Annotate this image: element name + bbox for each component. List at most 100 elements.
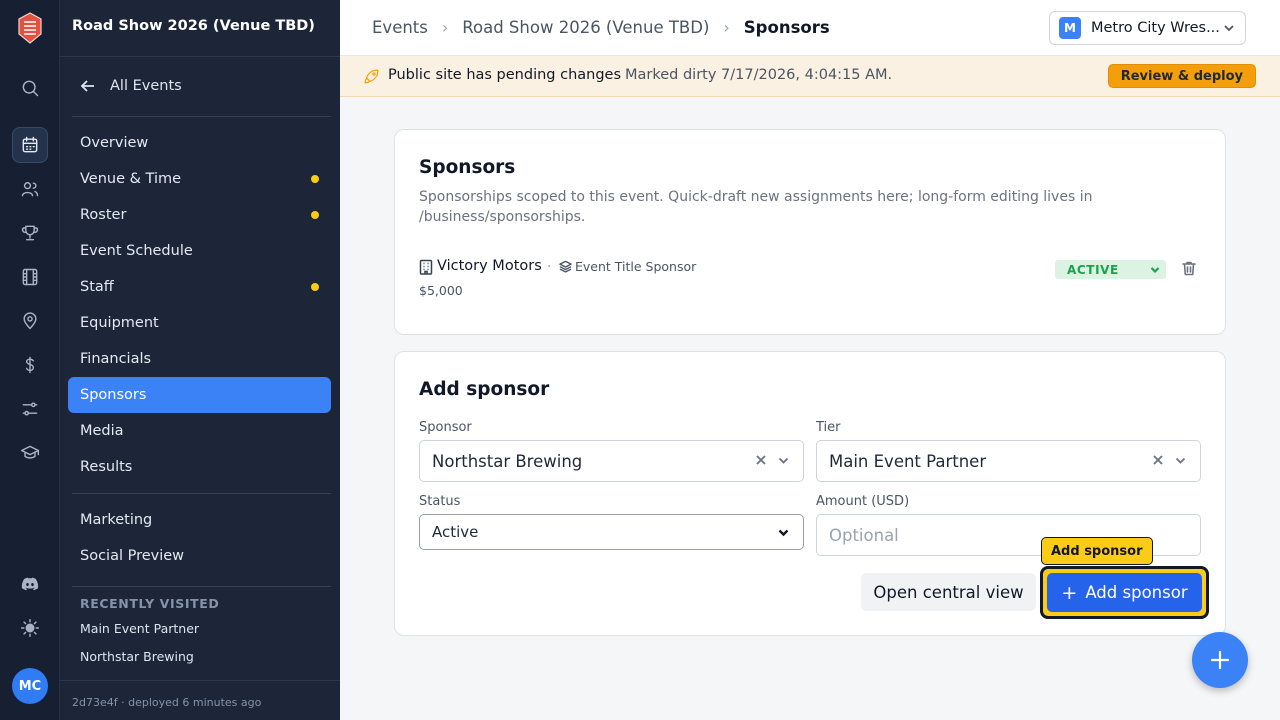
breadcrumb-events[interactable]: Events [372,18,428,37]
dollar-icon[interactable] [12,347,48,383]
sidebar-item-roster[interactable]: Roster [68,198,331,232]
sidebar-item-event-schedule[interactable]: Event Schedule [68,234,331,268]
chevron-right-icon: › [441,18,449,37]
pending-changes-banner: Public site has pending changes Marked d… [340,56,1280,97]
review-deploy-button[interactable]: Review & deploy [1107,64,1256,88]
rocket-icon [364,69,379,84]
sidebar-item-label: Roster [80,207,127,223]
sidebar-item-label: Media [80,423,124,439]
chevron-down-icon [1224,25,1234,32]
divider [72,586,331,587]
trash-icon[interactable] [1181,260,1197,276]
divider [72,116,331,117]
sidebar-item-label: Financials [80,351,152,367]
tier-combobox[interactable]: Main Event Partner [816,440,1201,482]
building-icon [419,259,433,275]
plus-icon [1210,650,1230,670]
graduation-cap-icon[interactable] [12,435,48,471]
floating-add-button[interactable] [1192,632,1248,688]
open-central-view-button[interactable]: Open central view [861,573,1036,611]
sidebar-item-overview[interactable]: Overview [68,126,331,160]
sidebar-item-label: Sponsors [80,387,147,403]
add-sponsor-title: Add sponsor [419,379,550,400]
layers-icon [559,260,572,273]
sponsors-card: Sponsors Sponsorships scoped to this eve… [394,129,1226,335]
tier-label: Tier [816,420,841,435]
deploy-info: 2d73e4f · deployed 6 minutes ago [72,696,262,709]
event-sidebar: Road Show 2026 (Venue TBD) All Events Ov… [60,0,340,720]
breadcrumb-event[interactable]: Road Show 2026 (Venue TBD) [462,18,709,37]
discord-icon[interactable] [12,566,48,602]
sidebar-item-social-preview[interactable]: Social Preview [68,539,331,573]
sponsor-name[interactable]: Victory Motors [437,258,542,274]
banner-dirty-time: Marked dirty 7/17/2026, 4:04:15 AM. [625,67,893,83]
sponsors-description: Sponsorships scoped to this event. Quick… [419,189,1093,225]
sidebar-item-media[interactable]: Media [68,414,331,448]
back-to-all-events[interactable]: All Events [80,72,182,100]
user-avatar[interactable]: MC [12,668,48,704]
sponsor-row: Victory Motors · Event Title Sponsor $5,… [419,256,1203,298]
amount-placeholder: Optional [829,525,899,545]
sidebar-item-venue-time[interactable]: Venue & Time [68,162,331,196]
recent-item[interactable]: Northstar Brewing [80,649,194,664]
sidebar-item-financials[interactable]: Financials [68,342,331,376]
sidebar-item-staff[interactable]: Staff [68,270,331,304]
tier-value: Main Event Partner [829,451,987,471]
status-label: Status [419,494,461,509]
chevron-down-icon[interactable] [777,454,790,467]
unsaved-dot [311,283,319,291]
add-sponsor-card: Add sponsor Sponsor Northstar Brewing Ti… [394,351,1226,636]
unsaved-dot [311,175,319,183]
sponsor-combobox[interactable]: Northstar Brewing [419,440,804,482]
arrow-left-icon [80,80,94,92]
unsaved-dot [311,211,319,219]
chevron-down-icon [778,529,789,537]
breadcrumb: Events › Road Show 2026 (Venue TBD) › Sp… [372,18,830,37]
film-icon[interactable] [12,259,48,295]
sidebar-item-label: Equipment [80,315,159,331]
search-icon[interactable] [12,70,48,106]
sponsors-title: Sponsors [419,157,516,178]
divider [72,493,331,494]
sidebar-item-label: Event Schedule [80,243,193,259]
recent-item[interactable]: Main Event Partner [80,621,199,636]
users-icon[interactable] [12,171,48,207]
sidebar-item-label: Results [80,459,133,475]
icon-rail: MC [0,0,60,720]
org-name: Metro City Wres... [1091,20,1220,36]
clear-icon[interactable] [1152,454,1164,466]
sidebar-item-sponsors[interactable]: Sponsors [68,377,331,413]
map-pin-icon[interactable] [12,303,48,339]
banner-message: Public site has pending changes [388,67,622,83]
status-select[interactable]: ACTIVE [1055,260,1166,279]
add-sponsor-highlight: + Add sponsor [1040,566,1209,619]
add-sponsor-label: Add sponsor [1085,583,1188,602]
status-value: ACTIVE [1067,262,1119,277]
org-badge: M [1059,17,1081,39]
sun-icon[interactable] [12,610,48,646]
sidebar-item-label: Overview [80,135,149,151]
sidebar-item-label: Marketing [80,512,153,528]
sidebar-footer: 2d73e4f · deployed 6 minutes ago [60,680,340,720]
org-switcher[interactable]: M Metro City Wres... [1049,11,1246,45]
sidebar-item-equipment[interactable]: Equipment [68,306,331,340]
top-bar: Events › Road Show 2026 (Venue TBD) › Sp… [340,0,1280,56]
sliders-icon[interactable] [12,391,48,427]
breadcrumb-current: Sponsors [743,18,830,37]
clear-icon[interactable] [755,454,767,466]
recently-visited-heading: RECENTLY VISITED [80,596,220,611]
sidebar-item-label: Social Preview [80,548,185,564]
divider [60,56,340,57]
sidebar-item-label: Venue & Time [80,171,182,187]
app-logo-icon[interactable] [17,12,43,44]
calendar-icon[interactable] [12,127,48,163]
chevron-down-icon[interactable] [1174,454,1187,467]
sponsor-label: Sponsor [419,420,472,435]
trophy-icon[interactable] [12,215,48,251]
sidebar-item-marketing[interactable]: Marketing [68,503,331,537]
sidebar-item-results[interactable]: Results [68,450,331,484]
status-select[interactable]: Active [419,514,804,550]
status-value: Active [432,523,479,541]
add-sponsor-button[interactable]: + Add sponsor [1047,573,1202,612]
plus-icon: + [1061,581,1078,604]
